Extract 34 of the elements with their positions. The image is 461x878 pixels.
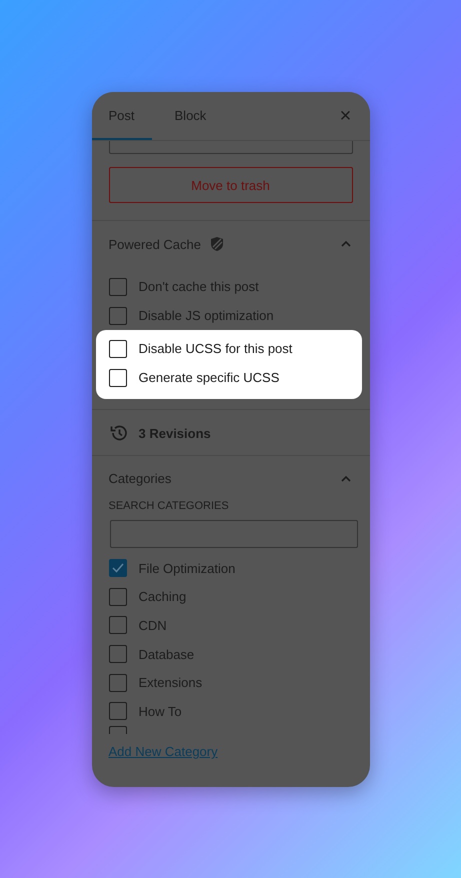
- category-label: How To: [138, 704, 182, 719]
- option-label: Disable JS optimization: [138, 308, 274, 323]
- check-icon: [110, 561, 124, 576]
- checkbox[interactable]: [108, 702, 126, 720]
- tab[interactable]: Post: [92, 92, 152, 140]
- checkbox[interactable]: [108, 616, 126, 634]
- checkbox[interactable]: [108, 559, 126, 578]
- shield-icon: [209, 236, 225, 252]
- section-title: Powered Cache: [108, 236, 201, 252]
- history-icon: [108, 423, 128, 443]
- add-category-link[interactable]: Add New Category: [108, 744, 218, 759]
- checkbox[interactable]: [108, 278, 126, 296]
- checkbox[interactable]: [108, 645, 126, 664]
- checkbox[interactable]: [108, 306, 126, 324]
- category-label: Caching: [138, 589, 186, 604]
- option-label: Generate specific UCSS: [138, 370, 280, 385]
- category-label: CDN: [138, 618, 167, 633]
- category-label: Database: [138, 646, 194, 662]
- text-field[interactable]: [108, 141, 352, 154]
- checkbox[interactable]: [108, 368, 126, 386]
- category-label: Extensions: [138, 675, 202, 690]
- checkbox[interactable]: [108, 674, 126, 692]
- checkbox[interactable]: [108, 588, 126, 606]
- revisions-link[interactable]: 3 Revisions: [138, 426, 211, 440]
- field-label: SEARCH CATEGORIES: [108, 500, 230, 514]
- option-label: Disable UCSS for this post: [138, 341, 292, 356]
- tab[interactable]: Block: [158, 92, 224, 140]
- close-button[interactable]: ×: [330, 92, 362, 140]
- category-label: File Optimization: [138, 560, 236, 576]
- trash-button[interactable]: Move to trash: [108, 167, 352, 203]
- search-field[interactable]: [110, 520, 358, 548]
- checkbox[interactable]: [108, 340, 126, 358]
- section-title: Categories: [108, 471, 172, 486]
- option-label: Don't cache this post: [138, 279, 259, 294]
